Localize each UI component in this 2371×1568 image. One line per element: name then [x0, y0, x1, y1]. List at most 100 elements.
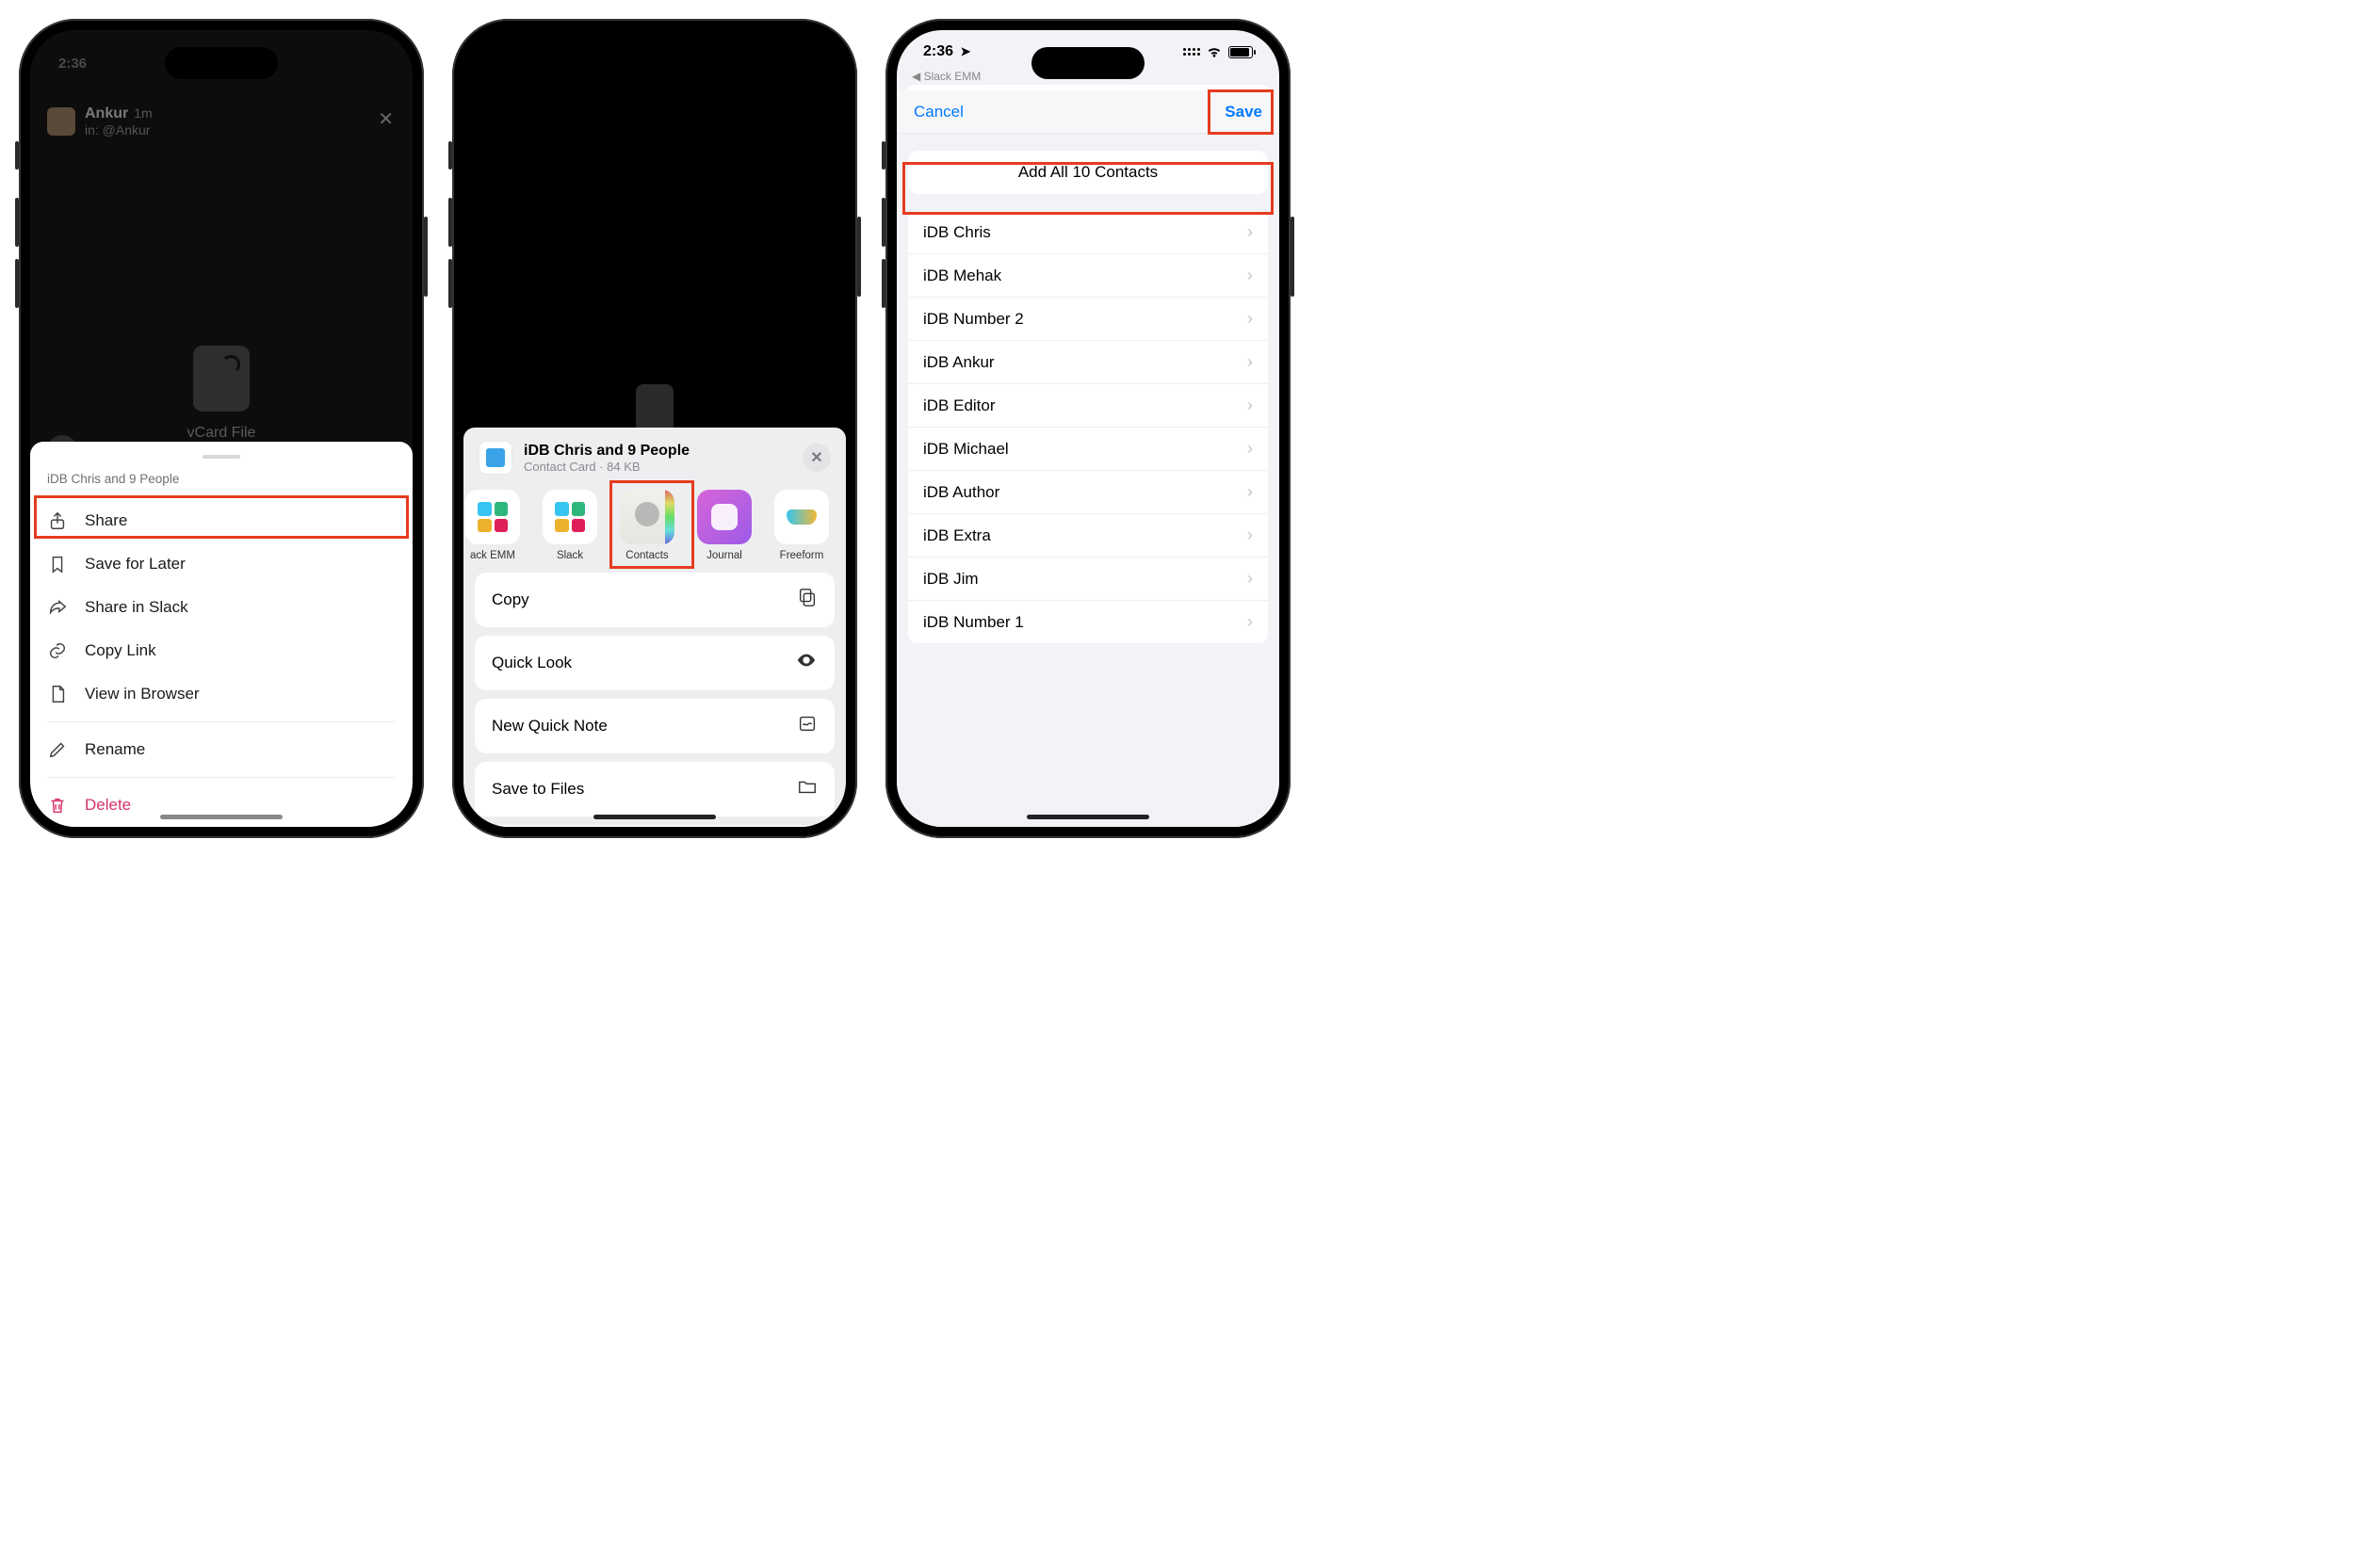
contact-row[interactable]: iDB Author › [908, 471, 1268, 514]
action-quicklook[interactable]: Quick Look [475, 636, 835, 690]
contact-row[interactable]: iDB Number 2› [908, 298, 1268, 341]
volume-down [448, 259, 452, 308]
three-phone-canvas: 2:36 Ankur1m in: @Ankur ✕ vCard File Vie… [19, 19, 2352, 838]
app-freeform[interactable]: Freeform [763, 490, 840, 561]
link-icon [47, 640, 68, 661]
share-icon [47, 510, 68, 531]
contact-name: iDB Ankur [923, 353, 995, 372]
action-web-snapshot[interactable]: Web Snapshot P [475, 825, 835, 827]
action-save-files[interactable]: Save to Files [475, 762, 835, 816]
file-type-label: vCard File [176, 425, 267, 442]
copy-icon [797, 587, 818, 613]
phone-2-screen: iDB Chris and 9 People Contact Card · 84… [463, 30, 846, 827]
contact-name: iDB Extra [923, 526, 991, 545]
share-app-row[interactable]: ack EMM Slack Contacts Journal [463, 486, 846, 573]
contacts-icon [620, 490, 674, 544]
contact-name: iDB Mehak [923, 267, 1001, 285]
slack-emm-icon [465, 490, 520, 544]
dynamic-island [598, 47, 711, 79]
phone-3-frame: 2:36 ➤ ◀ Slack EMM Cancel Save Add All 1… [885, 19, 1291, 838]
action-copy[interactable]: Copy [475, 573, 835, 627]
menu-save-later[interactable]: Save for Later [30, 542, 413, 586]
back-to-app[interactable]: ◀ Slack EMM [912, 70, 981, 83]
contact-row[interactable]: iDB Jim› [908, 558, 1268, 601]
app-slack[interactable]: Slack [531, 490, 609, 561]
sheet-grabber[interactable] [203, 455, 240, 459]
menu-save-later-label: Save for Later [85, 555, 186, 574]
volume-switch [882, 141, 885, 170]
grid-icon [1183, 48, 1200, 56]
chevron-right-icon: › [1247, 482, 1253, 502]
close-share-button[interactable]: ✕ [803, 444, 831, 472]
contact-name: iDB Editor [923, 396, 996, 415]
note-icon [797, 713, 818, 739]
trash-icon [47, 795, 68, 816]
action-quicklook-label: Quick Look [492, 654, 572, 672]
author-channel: in: @Ankur [85, 122, 153, 137]
home-indicator[interactable] [160, 815, 283, 819]
contact-name: iDB Author [923, 483, 999, 502]
contact-row[interactable]: iDB Mehak› [908, 254, 1268, 298]
file-icon [193, 346, 250, 412]
app-label: ack EMM [470, 550, 515, 561]
contact-name: iDB Number 2 [923, 310, 1024, 329]
slack-icon [543, 490, 597, 544]
pencil-icon [47, 739, 68, 760]
cancel-button[interactable]: Cancel [914, 103, 964, 121]
add-all-button[interactable]: Add All 10 Contacts [908, 151, 1268, 194]
power-button [424, 217, 428, 297]
power-button [1291, 217, 1294, 297]
menu-copy-link-label: Copy Link [85, 641, 156, 660]
home-indicator[interactable] [1027, 815, 1149, 819]
dynamic-island [1031, 47, 1145, 79]
contact-name: iDB Michael [923, 440, 1009, 459]
app-journal[interactable]: Journal [686, 490, 763, 561]
folder-icon [797, 776, 818, 802]
chevron-right-icon: › [1247, 396, 1253, 415]
contact-row[interactable]: iDB Chris› [908, 211, 1268, 254]
app-label: Freeform [780, 550, 824, 561]
contact-name: iDB Number 1 [923, 613, 1024, 632]
menu-delete-label: Delete [85, 796, 131, 815]
forward-icon [47, 597, 68, 618]
chevron-right-icon: › [1247, 352, 1253, 372]
contact-row[interactable]: iDB Extra› [908, 514, 1268, 558]
menu-share[interactable]: Share [30, 499, 413, 542]
action-sheet: iDB Chris and 9 People Share Save for La… [30, 442, 413, 827]
menu-copy-link[interactable]: Copy Link [30, 629, 413, 672]
phone-3-screen: 2:36 ➤ ◀ Slack EMM Cancel Save Add All 1… [897, 30, 1279, 827]
navbar: Cancel Save [897, 90, 1279, 134]
journal-icon [697, 490, 752, 544]
eye-icon [795, 650, 818, 676]
app-label: Contacts [625, 550, 668, 561]
action-copy-label: Copy [492, 590, 529, 609]
author-name: Ankur [85, 105, 128, 121]
contact-row[interactable]: iDB Ankur › [908, 341, 1268, 384]
contact-row[interactable]: iDB Michael › [908, 428, 1268, 471]
wifi-icon [1206, 45, 1223, 58]
menu-share-label: Share [85, 511, 127, 530]
menu-share-slack[interactable]: Share in Slack [30, 586, 413, 629]
phone-1-screen: 2:36 Ankur1m in: @Ankur ✕ vCard File Vie… [30, 30, 413, 827]
chevron-right-icon: › [1247, 439, 1253, 459]
bookmark-icon [47, 554, 68, 574]
volume-switch [15, 141, 19, 170]
app-slack-emm[interactable]: ack EMM [463, 490, 531, 561]
volume-down [15, 259, 19, 308]
menu-delete[interactable]: Delete [30, 784, 413, 827]
menu-view-browser[interactable]: View in Browser [30, 672, 413, 716]
volume-down [882, 259, 885, 308]
home-indicator[interactable] [593, 815, 716, 819]
save-button[interactable]: Save [1225, 103, 1262, 121]
action-save-files-label: Save to Files [492, 780, 584, 799]
phone-1-frame: 2:36 Ankur1m in: @Ankur ✕ vCard File Vie… [19, 19, 424, 838]
app-contacts[interactable]: Contacts [609, 490, 686, 561]
contact-row[interactable]: iDB Editor › [908, 384, 1268, 428]
action-new-note[interactable]: New Quick Note [475, 699, 835, 753]
status-time: 2:36 [923, 43, 953, 59]
menu-rename[interactable]: Rename [30, 728, 413, 771]
dimmed-background [463, 30, 846, 428]
close-icon[interactable]: ✕ [378, 107, 394, 131]
chevron-right-icon: › [1247, 222, 1253, 242]
contact-row[interactable]: iDB Number 1› [908, 601, 1268, 643]
